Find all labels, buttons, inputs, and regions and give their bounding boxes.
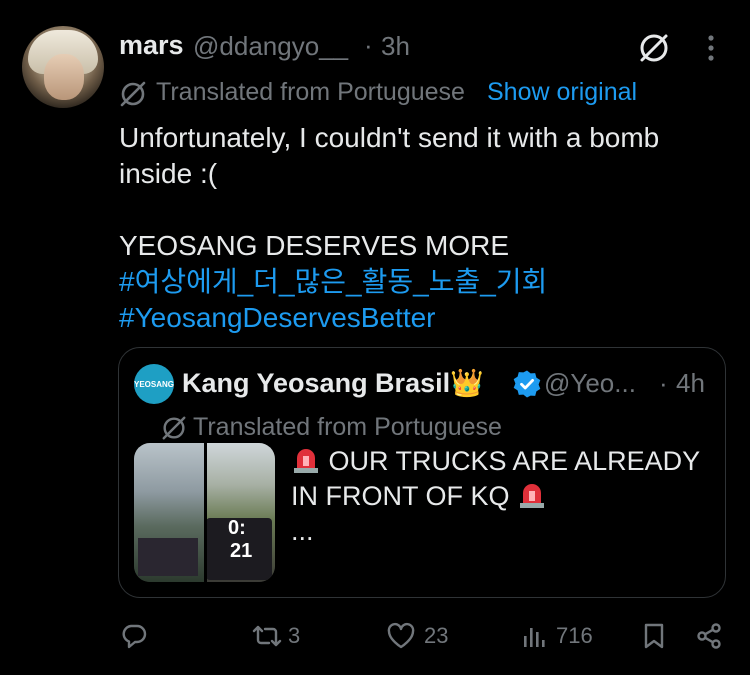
grok-icon[interactable] [637,31,671,65]
siren-emoji-icon [517,481,547,509]
quoted-author-name[interactable]: Kang Yeosang Brasil👑 [182,367,484,399]
quoted-text-line: OUR TRUCKS ARE ALREADY [328,446,701,476]
quoted-translated-label: Translated from Portuguese [193,413,502,441]
views-button[interactable]: 716 [522,621,593,651]
share-icon [697,623,721,649]
quoted-post-time[interactable]: 4h [676,368,705,399]
repost-count: 3 [288,623,301,648]
quoted-author-avatar[interactable]: YEOSANG [134,364,174,404]
quoted-text-ellipsis: ... [291,516,314,546]
like-count: 23 [424,623,449,648]
video-timer: 0: [228,517,246,539]
hashtag-link[interactable]: #여상에게_더_많은_활동_노출_기회 [119,264,729,300]
quoted-author-name-text: Kang Yeosang Brasil [182,368,451,398]
quoted-author-handle[interactable]: @Yeo... [544,368,636,399]
verified-badge-icon [512,369,542,399]
views-icon [524,628,545,647]
siren-emoji-icon [291,446,321,474]
post-text-line: YEOSANG DESERVES MORE [119,230,510,261]
quoted-post-body: OUR TRUCKS ARE ALREADY IN FRONT OF KQ ..… [291,444,721,549]
heart-icon [387,622,415,649]
reply-button[interactable] [120,621,148,651]
like-button[interactable]: 23 [386,621,448,651]
hashtag-link[interactable]: #YeosangDeservesBetter [119,300,729,336]
author-avatar[interactable] [22,26,104,108]
post-time[interactable]: 3h [381,31,410,62]
translate-icon [160,414,188,442]
post-text-line: Unfortunately, I couldn't send it with a… [119,122,660,153]
more-options-icon[interactable] [706,34,716,62]
separator-dot: · [364,30,373,60]
quoted-text-line: IN FRONT OF KQ [291,481,510,511]
bookmark-icon [644,623,664,649]
repost-icon [252,625,282,647]
post-body: Unfortunately, I couldn't send it with a… [119,120,729,336]
reply-icon [122,624,147,649]
author-handle[interactable]: @ddangyo__ [193,31,348,62]
translate-icon [118,79,148,109]
views-count: 716 [556,623,593,648]
video-thumbnail[interactable]: 0: 21 [134,443,275,582]
share-button[interactable] [695,621,723,651]
video-timer: 21 [230,540,253,562]
show-original-link[interactable]: Show original [487,78,637,107]
separator-dot: · [659,368,668,398]
post-text-line: inside :( [119,158,218,189]
author-name[interactable]: mars [119,30,184,61]
crown-emoji: 👑 [450,368,484,398]
translated-label: Translated from Portuguese [156,78,465,106]
bookmark-button[interactable] [642,621,666,651]
repost-button[interactable]: 3 [250,621,300,651]
